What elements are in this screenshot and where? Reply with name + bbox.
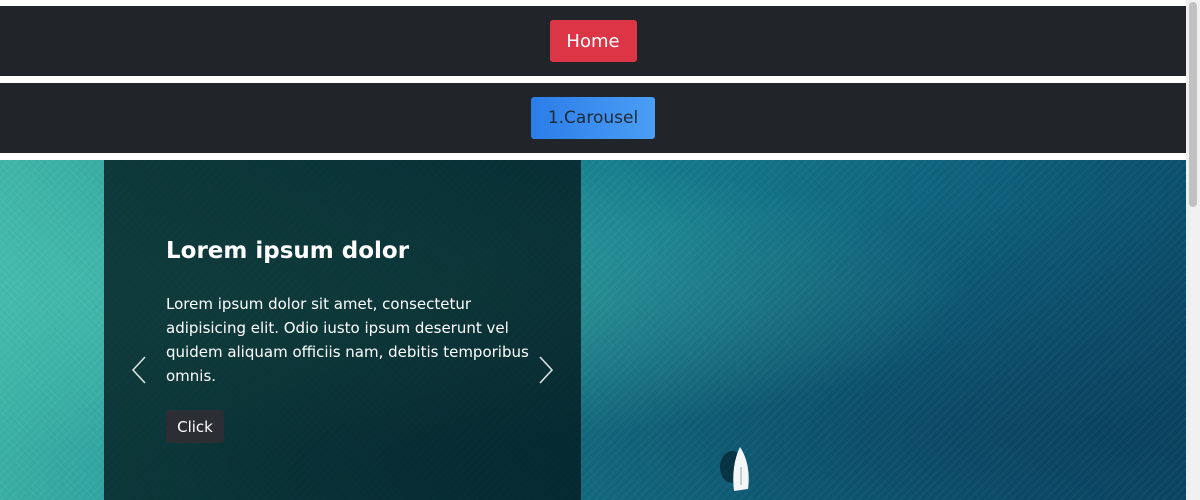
- boat-image: [720, 447, 749, 491]
- scrollbar-thumb[interactable]: [1189, 2, 1197, 207]
- slide-caption-panel: Lorem ipsum dolor Lorem ipsum dolor sit …: [104, 160, 581, 500]
- carousel: Lorem ipsum dolor Lorem ipsum dolor sit …: [0, 160, 1186, 500]
- section-navbar: 1.Carousel: [0, 83, 1186, 153]
- chevron-right-icon[interactable]: [535, 355, 555, 385]
- carousel-section-button[interactable]: 1.Carousel: [531, 97, 655, 139]
- slide-click-button[interactable]: Click: [166, 410, 224, 443]
- vertical-scrollbar[interactable]: [1186, 0, 1200, 500]
- slide-title: Lorem ipsum dolor: [166, 238, 410, 264]
- chevron-left-icon[interactable]: [130, 355, 150, 385]
- page: Home 1.Carousel Lorem ipsum dolor Lorem …: [0, 0, 1200, 500]
- home-navbar: Home: [0, 6, 1186, 76]
- home-button[interactable]: Home: [549, 20, 637, 62]
- slide-description: Lorem ipsum dolor sit amet, consectetur …: [166, 295, 529, 385]
